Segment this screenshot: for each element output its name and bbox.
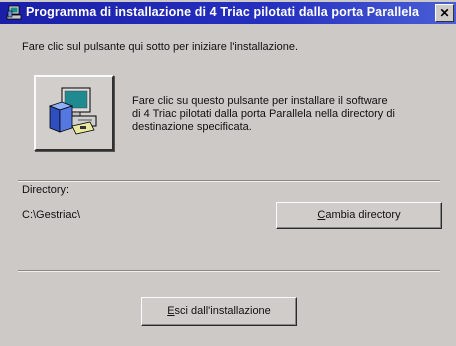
- bottom-divider: [18, 270, 440, 272]
- change-directory-button[interactable]: Cambia directory: [276, 202, 442, 229]
- install-description: Fare clic su questo pulsante per install…: [132, 95, 395, 134]
- directory-value: C:\Gestriac\: [22, 209, 81, 221]
- setup-window: Programma di installazione di 4 Triac pi…: [0, 0, 456, 346]
- computer-setup-icon: [48, 87, 97, 135]
- intro-text: Fare clic sul pulsante qui sotto per ini…: [22, 41, 299, 53]
- close-button[interactable]: ✕: [435, 4, 454, 22]
- directory-group-divider: [18, 180, 440, 182]
- description-line: destinazione specificata.: [132, 121, 252, 133]
- install-button[interactable]: [34, 75, 114, 151]
- title-bar[interactable]: Programma di installazione di 4 Triac pi…: [0, 2, 456, 24]
- description-line: Fare clic su questo pulsante per install…: [132, 95, 388, 107]
- exit-setup-accel: E: [167, 305, 175, 317]
- change-directory-label: ambia directory: [325, 209, 401, 221]
- directory-label: Directory:: [22, 184, 70, 196]
- exit-setup-button[interactable]: Esci dall'installazione: [141, 297, 297, 326]
- exit-setup-label: sci dall'installazione: [174, 305, 271, 317]
- setup-app-icon: [6, 5, 22, 20]
- description-line: di 4 Triac pilotati dalla porta Parallel…: [132, 108, 395, 120]
- window-title: Programma di installazione di 4 Triac pi…: [26, 5, 420, 19]
